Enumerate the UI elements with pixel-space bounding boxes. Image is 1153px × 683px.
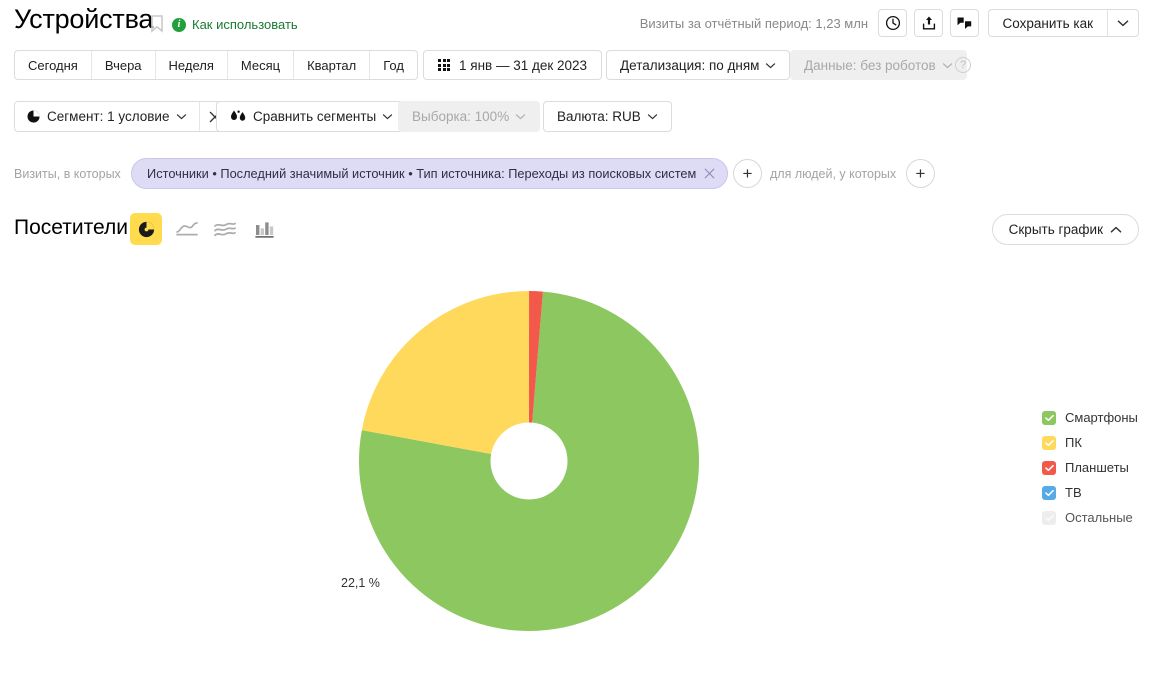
legend-checkbox-pc[interactable] (1042, 435, 1056, 450)
legend-item-tablets[interactable]: Планшеты (1042, 455, 1138, 480)
filter-toolbar: Визиты, в которых Источники • Последний … (0, 158, 1153, 192)
compare-segments-dropdown[interactable]: Сравнить сегменты (216, 101, 408, 132)
chevron-up-icon (1110, 226, 1122, 233)
date-range-button[interactable]: 1 янв — 31 дек 2023 (423, 50, 603, 80)
filter-chip-label: Источники • Последний значимый источник … (147, 166, 697, 181)
save-as-dropdown-button[interactable] (1107, 10, 1138, 36)
visits-summary: Визиты за отчётный период: 1,23 млн (639, 16, 868, 31)
sampling-dropdown[interactable]: Выборка: 100% (398, 101, 541, 132)
how-to-use-link[interactable]: i Как использовать (172, 17, 298, 32)
clock-icon (885, 15, 900, 31)
chevron-down-icon (382, 114, 393, 120)
compare-label: Сравнить сегменты (253, 109, 377, 124)
currency-dropdown[interactable]: Валюта: RUB (543, 101, 672, 132)
legend-item-tv[interactable]: ТВ (1042, 480, 1138, 505)
share-icon (922, 16, 935, 30)
pie-segment-icon (27, 110, 40, 123)
compare-drops-icon (231, 110, 246, 121)
legend-label-smartphones: Смартфоны (1065, 410, 1138, 425)
hide-chart-label: Скрыть график (1008, 222, 1103, 237)
chevron-down-icon (177, 114, 187, 120)
segment-group: Сегмент: 1 условие (14, 101, 232, 132)
period-button-today[interactable]: Сегодня (15, 51, 92, 79)
question-icon[interactable]: ? (955, 57, 971, 73)
legend-label-tv: ТВ (1065, 485, 1082, 500)
donut-hole (490, 422, 568, 500)
chart-title: Посетители (14, 216, 128, 239)
period-button-week[interactable]: Неделя (156, 51, 228, 79)
robots-dropdown[interactable]: Данные: без роботов (790, 50, 967, 80)
close-icon[interactable] (704, 167, 715, 181)
chart-type-line-icon[interactable] (171, 213, 203, 245)
save-as-button[interactable]: Сохранить как (989, 10, 1107, 36)
filter-mid-label: для людей, у которых (770, 167, 897, 181)
legend-checkbox-tablets[interactable] (1042, 460, 1056, 475)
detalization-label: Детализация: по дням (620, 57, 760, 73)
robots-label: Данные: без роботов (804, 57, 936, 73)
legend-label-tablets: Планшеты (1065, 460, 1129, 475)
add-visit-filter-button[interactable]: + (733, 159, 762, 188)
chevron-down-icon (515, 114, 526, 120)
chart-type-bar-icon[interactable] (248, 213, 280, 245)
chart-area: 22,1 % 76,6 % (0, 262, 1153, 683)
legend-checkbox-others[interactable] (1042, 510, 1056, 525)
segment-toolbar: Сегмент: 1 условие Сравнить сегменты Выб… (0, 101, 1153, 135)
chart-legend: Смартфоны ПК Планшеты ТВ Остальные (1042, 405, 1138, 530)
legend-checkbox-tv[interactable] (1042, 485, 1056, 500)
page-title: Устройства (14, 4, 154, 34)
detalization-dropdown[interactable]: Детализация: по дням (606, 50, 791, 80)
calendar-icon (438, 59, 450, 71)
chart-type-pie-icon[interactable] (130, 213, 162, 245)
share-icon-button[interactable] (914, 9, 943, 37)
chevron-down-icon (766, 62, 776, 68)
donut-chart[interactable] (340, 281, 720, 641)
quick-period-group: Сегодня Вчера Неделя Месяц Квартал Год (14, 50, 418, 80)
chart-header: Посетители Скрыть график (0, 210, 1153, 254)
period-toolbar: Сегодня Вчера Неделя Месяц Квартал Год 1… (0, 50, 1153, 84)
legend-item-others[interactable]: Остальные (1042, 505, 1138, 530)
chart-type-area-icon[interactable] (209, 213, 241, 245)
legend-item-smartphones[interactable]: Смартфоны (1042, 405, 1138, 430)
segment-label: Сегмент: 1 условие (47, 109, 170, 124)
bookmark-icon[interactable] (150, 15, 164, 33)
sampling-label: Выборка: 100% (412, 109, 510, 124)
date-range-label: 1 янв — 31 дек 2023 (459, 57, 588, 73)
legend-label-pc: ПК (1065, 435, 1082, 450)
clock-icon-button[interactable] (878, 9, 907, 37)
info-icon: i (172, 17, 186, 32)
legend-item-pc[interactable]: ПК (1042, 430, 1138, 455)
chevron-down-icon (942, 62, 952, 68)
period-button-yesterday[interactable]: Вчера (92, 51, 156, 79)
hide-chart-button[interactable]: Скрыть график (991, 214, 1139, 245)
currency-label: Валюта: RUB (557, 109, 641, 124)
filter-chip[interactable]: Источники • Последний значимый источник … (131, 158, 729, 189)
comments-icon (957, 17, 972, 29)
legend-label-others: Остальные (1065, 510, 1133, 525)
period-button-month[interactable]: Месяц (228, 51, 295, 79)
how-to-use-label: Как использовать (192, 17, 298, 32)
chevron-down-icon (647, 114, 658, 120)
legend-checkbox-smartphones[interactable] (1042, 410, 1056, 425)
period-button-year[interactable]: Год (370, 51, 417, 79)
chevron-down-icon (1117, 20, 1129, 27)
comments-icon-button[interactable] (950, 9, 979, 37)
segment-dropdown[interactable]: Сегмент: 1 условие (15, 102, 199, 131)
add-people-filter-button[interactable]: + (906, 159, 935, 188)
period-button-quarter[interactable]: Квартал (294, 51, 371, 79)
save-as-group[interactable]: Сохранить как (987, 9, 1139, 37)
pie-label-pk: 22,1 % (341, 576, 380, 590)
page-header: Устройства i Как использовать Визиты за … (0, 0, 1153, 44)
filter-prefix-label: Визиты, в которых (14, 167, 121, 181)
